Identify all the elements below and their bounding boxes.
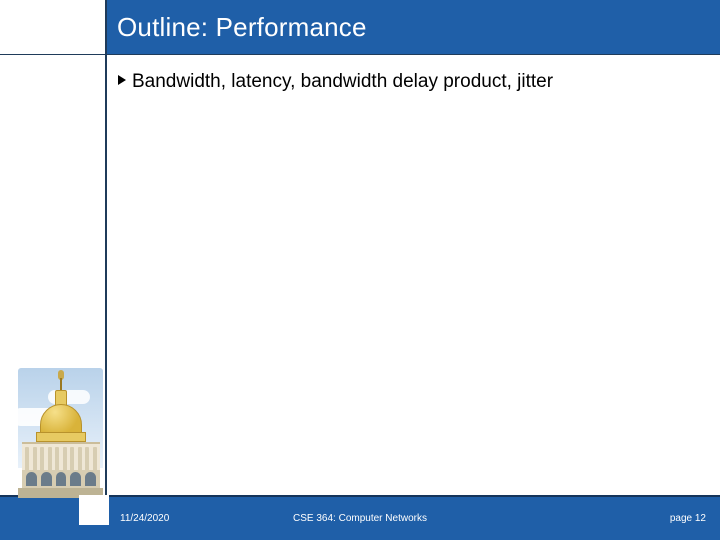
colonnade-icon xyxy=(22,442,100,472)
bullet-item: Bandwidth, latency, bandwidth delay prod… xyxy=(118,70,708,94)
horizontal-rule xyxy=(0,54,720,55)
footer-page: page 12 xyxy=(670,513,706,524)
title-left-gap xyxy=(0,0,105,54)
title-bar: Outline: Performance xyxy=(105,0,720,54)
vertical-rule xyxy=(105,0,107,495)
bullet-text: Bandwidth, latency, bandwidth delay prod… xyxy=(132,70,553,94)
arches-icon xyxy=(22,470,100,488)
corner-square xyxy=(79,495,109,525)
slide-title: Outline: Performance xyxy=(117,12,367,43)
body: Bandwidth, latency, bandwidth delay prod… xyxy=(118,70,708,94)
slide: Outline: Performance Bandwidth, latency,… xyxy=(0,0,720,540)
capitol-dome-illustration xyxy=(18,368,103,498)
dome-base-icon xyxy=(36,432,86,442)
bullet-marker-icon xyxy=(118,75,126,85)
